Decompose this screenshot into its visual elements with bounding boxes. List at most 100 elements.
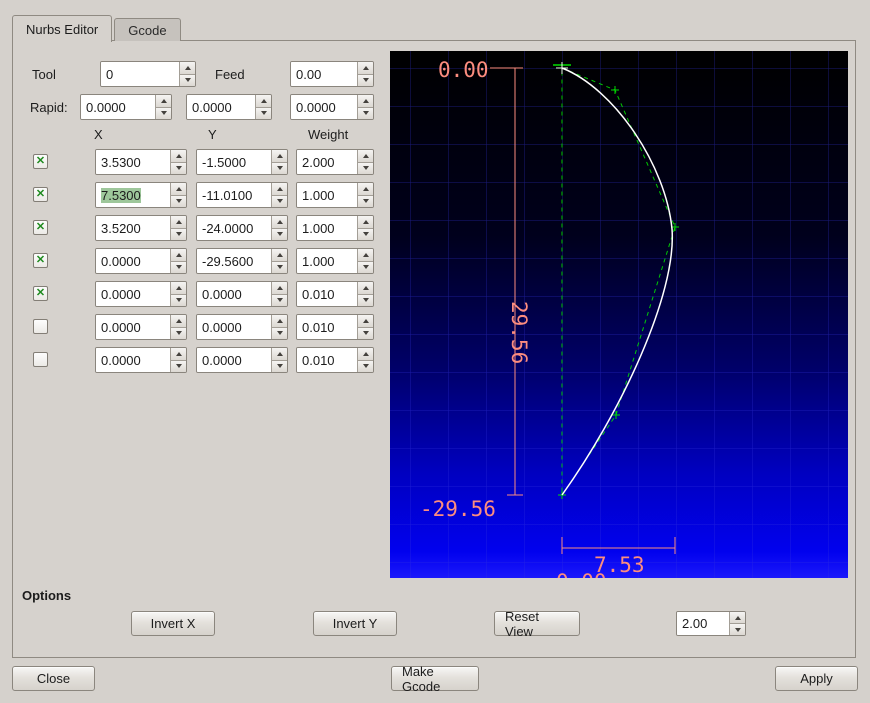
point-x-input[interactable]: 0.0000 xyxy=(96,282,170,306)
spin-up-button[interactable] xyxy=(171,183,186,196)
point-x-input[interactable]: 0.0000 xyxy=(96,348,170,372)
spin-down-button[interactable] xyxy=(358,195,373,207)
point-enabled-checkbox[interactable]: ✕ xyxy=(33,286,48,301)
rapid-z-spinbox: 0.0000 xyxy=(290,94,374,120)
spin-down-button[interactable] xyxy=(272,294,287,306)
point-x-input[interactable]: 0.0000 xyxy=(96,249,170,273)
point-y-input[interactable]: 0.0000 xyxy=(197,348,271,372)
spin-up-button[interactable] xyxy=(730,612,745,624)
point-y-input[interactable]: -24.0000 xyxy=(197,216,271,240)
spin-up-button[interactable] xyxy=(272,348,287,361)
spin-up-button[interactable] xyxy=(272,315,287,328)
point-y-input[interactable]: -29.5600 xyxy=(197,249,271,273)
point-weight-input[interactable]: 0.010 xyxy=(297,315,357,339)
spin-down-button[interactable] xyxy=(180,74,195,86)
spin-down-button[interactable] xyxy=(358,107,373,119)
spin-up-button[interactable] xyxy=(358,150,373,163)
point-x-input[interactable]: 7.5300 xyxy=(96,183,170,207)
spin-down-button[interactable] xyxy=(171,294,186,306)
point-enabled-checkbox[interactable]: ✕ xyxy=(33,220,48,235)
close-button[interactable]: Close xyxy=(12,666,95,691)
point-y-input[interactable]: -11.0100 xyxy=(197,183,271,207)
point-x-input[interactable]: 0.0000 xyxy=(96,315,170,339)
spin-up-button[interactable] xyxy=(272,183,287,196)
spin-up-button[interactable] xyxy=(358,282,373,295)
spin-up-button[interactable] xyxy=(272,249,287,262)
spin-up-button[interactable] xyxy=(256,95,271,108)
spin-down-button[interactable] xyxy=(358,162,373,174)
spin-up-button[interactable] xyxy=(358,216,373,229)
point-weight-input[interactable]: 1.000 xyxy=(297,249,357,273)
spin-down-button[interactable] xyxy=(358,74,373,86)
spin-up-button[interactable] xyxy=(171,282,186,295)
spin-up-button[interactable] xyxy=(272,282,287,295)
spin-down-button[interactable] xyxy=(171,228,186,240)
spin-up-button[interactable] xyxy=(358,249,373,262)
rapid-x-input[interactable]: 0.0000 xyxy=(81,95,155,119)
point-weight-input[interactable]: 1.000 xyxy=(297,183,357,207)
spin-down-button[interactable] xyxy=(272,228,287,240)
spin-down-button[interactable] xyxy=(156,107,171,119)
point-enabled-checkbox[interactable]: ✕ xyxy=(33,154,48,169)
spin-down-button[interactable] xyxy=(171,261,186,273)
spin-up-button[interactable] xyxy=(358,348,373,361)
spin-down-button[interactable] xyxy=(358,327,373,339)
point-weight-input[interactable]: 0.010 xyxy=(297,282,357,306)
spin-up-button[interactable] xyxy=(358,62,373,75)
point-enabled-checkbox[interactable]: ✕ xyxy=(33,187,48,202)
tool-input[interactable]: 0 xyxy=(101,62,179,86)
spin-up-button[interactable] xyxy=(358,95,373,108)
tab-gcode[interactable]: Gcode xyxy=(114,18,181,41)
spin-down-button[interactable] xyxy=(358,261,373,273)
tab-nurbs-editor[interactable]: Nurbs Editor xyxy=(12,15,113,42)
spin-up-button[interactable] xyxy=(171,249,186,262)
invert-x-button[interactable]: Invert X xyxy=(131,611,215,636)
spin-up-button[interactable] xyxy=(358,315,373,328)
point-y-input[interactable]: 0.0000 xyxy=(197,282,271,306)
spin-down-button[interactable] xyxy=(272,195,287,207)
spin-down-button[interactable] xyxy=(358,228,373,240)
preview-canvas[interactable]: 0.00 29.56 -29.56 7.53 0.00 xyxy=(390,51,848,578)
spin-down-button[interactable] xyxy=(171,195,186,207)
spin-up-button[interactable] xyxy=(180,62,195,75)
spin-up-button[interactable] xyxy=(358,183,373,196)
spin-down-button[interactable] xyxy=(272,360,287,372)
point-x-input[interactable]: 3.5200 xyxy=(96,216,170,240)
spin-down-button[interactable] xyxy=(171,327,186,339)
point-enabled-checkbox[interactable]: ✕ xyxy=(33,253,48,268)
point-y-input[interactable]: 0.0000 xyxy=(197,315,271,339)
spin-up-button[interactable] xyxy=(171,150,186,163)
spin-down-button[interactable] xyxy=(272,162,287,174)
spin-up-button[interactable] xyxy=(171,348,186,361)
spin-down-button[interactable] xyxy=(171,162,186,174)
spin-up-button[interactable] xyxy=(272,150,287,163)
chevron-up-icon xyxy=(362,351,369,356)
spin-down-button[interactable] xyxy=(358,360,373,372)
spin-up-button[interactable] xyxy=(171,216,186,229)
make-gcode-button[interactable]: Make Gcode xyxy=(391,664,479,694)
spin-down-button[interactable] xyxy=(256,107,271,119)
point-x-input[interactable]: 3.5300 xyxy=(96,150,170,174)
point-y-spinbox: 0.0000 xyxy=(196,314,288,340)
spin-down-button[interactable] xyxy=(272,261,287,273)
invert-y-button[interactable]: Invert Y xyxy=(313,611,397,636)
rapid-y-input[interactable]: 0.0000 xyxy=(187,95,255,119)
spin-up-button[interactable] xyxy=(156,95,171,108)
scale-input[interactable]: 2.00 xyxy=(677,612,729,635)
feed-input[interactable]: 0.00 xyxy=(291,62,357,86)
point-enabled-checkbox[interactable]: ✕ xyxy=(33,352,48,367)
spin-up-button[interactable] xyxy=(171,315,186,328)
spin-down-button[interactable] xyxy=(358,294,373,306)
apply-button[interactable]: Apply xyxy=(775,666,858,691)
rapid-z-input[interactable]: 0.0000 xyxy=(291,95,357,119)
point-weight-input[interactable]: 1.000 xyxy=(297,216,357,240)
spin-up-button[interactable] xyxy=(272,216,287,229)
point-enabled-checkbox[interactable]: ✕ xyxy=(33,319,48,334)
point-y-input[interactable]: -1.5000 xyxy=(197,150,271,174)
point-weight-input[interactable]: 2.000 xyxy=(297,150,357,174)
spin-down-button[interactable] xyxy=(171,360,186,372)
reset-view-button[interactable]: Reset View xyxy=(494,609,580,639)
point-weight-input[interactable]: 0.010 xyxy=(297,348,357,372)
spin-down-button[interactable] xyxy=(730,624,745,635)
spin-down-button[interactable] xyxy=(272,327,287,339)
